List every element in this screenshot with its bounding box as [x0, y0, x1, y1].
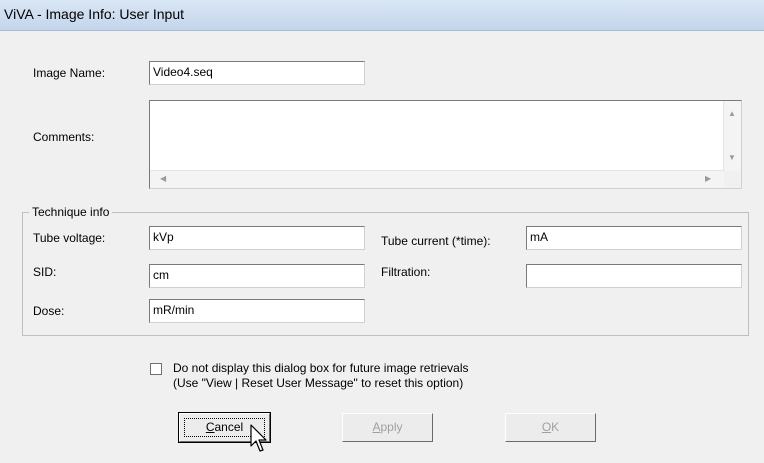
scroll-down-icon[interactable]: ▼ — [728, 153, 736, 163]
dose-input[interactable]: mR/min — [149, 299, 365, 323]
scroll-right-icon[interactable]: ▶ — [705, 174, 711, 184]
window-title: ViVA - Image Info: User Input — [4, 6, 185, 22]
dialog-window: ViVA - Image Info: User Input Image Name… — [0, 0, 764, 463]
ok-button[interactable]: OK — [505, 413, 596, 442]
do-not-display-label: Do not display this dialog box for futur… — [173, 361, 469, 375]
scroll-up-icon[interactable]: ▲ — [728, 109, 736, 119]
sid-label: SID: — [33, 265, 57, 279]
apply-label: pply — [380, 420, 403, 434]
title-bar[interactable]: ViVA - Image Info: User Input — [0, 0, 764, 31]
filtration-label: Filtration: — [381, 265, 431, 279]
comments-horizontal-scrollbar[interactable]: ◀ ▶ — [150, 170, 724, 188]
tube-current-input[interactable]: mA — [526, 226, 742, 250]
reset-hint-label: (Use "View | Reset User Message" to rese… — [173, 376, 464, 390]
do-not-display-checkbox[interactable] — [150, 363, 162, 375]
dose-label: Dose: — [33, 304, 65, 318]
mouse-cursor-icon — [250, 424, 267, 452]
image-name-label: Image Name: — [33, 66, 106, 80]
image-name-input[interactable]: Video4.seq — [149, 61, 365, 85]
filtration-input[interactable] — [526, 264, 742, 288]
apply-mnemonic: A — [372, 420, 381, 434]
tube-voltage-input[interactable]: kVp — [149, 226, 365, 250]
sid-input[interactable]: cm — [149, 264, 365, 288]
comments-label: Comments: — [33, 130, 95, 144]
technique-info-title: Technique info — [29, 205, 113, 219]
comments-vertical-scrollbar[interactable]: ▲ ▼ — [723, 101, 741, 171]
tube-current-label: Tube current (*time): — [381, 234, 491, 248]
ok-mnemonic: O — [541, 420, 552, 434]
scroll-left-icon[interactable]: ◀ — [160, 174, 166, 184]
ok-label: K — [551, 420, 560, 434]
tube-voltage-label: Tube voltage: — [33, 231, 106, 245]
comments-textarea[interactable]: ▲ ▼ ◀ ▶ — [149, 100, 742, 189]
scrollbar-corner — [724, 171, 741, 188]
apply-button[interactable]: Apply — [342, 413, 433, 442]
